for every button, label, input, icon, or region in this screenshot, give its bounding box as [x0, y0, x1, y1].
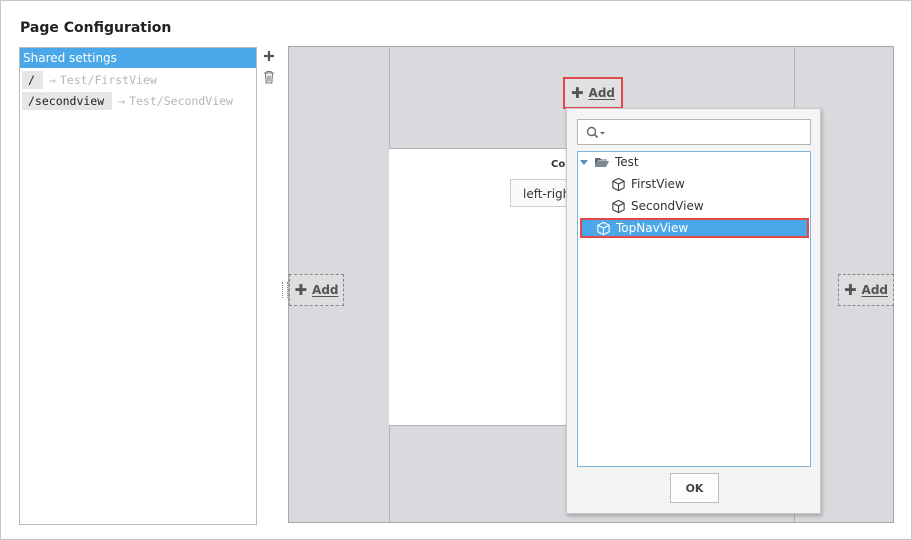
add-right-button[interactable]: ✚ Add [838, 274, 894, 306]
trash-icon [264, 70, 274, 84]
route-path: / [22, 71, 43, 89]
add-route-button[interactable] [263, 49, 275, 65]
tree-folder-test[interactable]: Test [579, 152, 639, 172]
routes-list: Shared settings / → Test/FirstView /second… [19, 47, 257, 525]
view-cube-icon [597, 221, 610, 235]
plus-icon: ✚ [294, 281, 308, 299]
route-row[interactable]: / → Test/FirstView [22, 71, 157, 89]
tree-item-firstview[interactable]: FirstView [611, 174, 685, 194]
ok-button[interactable]: OK [670, 473, 719, 503]
page-configuration-window: Page Configuration Shared settings / → Tes… [0, 0, 912, 540]
plus-icon [264, 51, 274, 61]
shared-settings-item[interactable]: Shared settings [20, 48, 256, 68]
add-left-button[interactable]: ✚ Add [289, 274, 344, 306]
delete-route-button[interactable] [263, 70, 275, 87]
tree-label: Test [615, 155, 639, 169]
route-view: Test/SecondView [129, 94, 233, 108]
view-tree: Test FirstView SecondView TopNavView [577, 151, 811, 467]
route-row[interactable]: /secondview → Test/SecondView [22, 92, 233, 110]
route-path: /secondview [22, 92, 113, 110]
add-top-button[interactable]: ✚ Add [563, 77, 623, 109]
tree-label: FirstView [631, 177, 685, 191]
view-picker-popup: Test FirstView SecondView TopNavView OK [566, 108, 821, 514]
folder-icon [595, 158, 609, 167]
expand-arrow-icon [580, 160, 588, 165]
center-label: Co [551, 159, 566, 170]
search-input[interactable] [577, 119, 811, 145]
tree-label: SecondView [631, 199, 704, 213]
plus-icon: ✚ [843, 281, 857, 299]
search-icon [586, 126, 605, 139]
plus-icon: ✚ [570, 84, 584, 102]
page-title: Page Configuration [20, 20, 172, 36]
view-cube-icon [612, 177, 625, 191]
tree-item-secondview[interactable]: SecondView [611, 196, 704, 216]
arrow-icon: → [118, 94, 126, 108]
route-view: Test/FirstView [59, 73, 157, 87]
tree-label: TopNavView [616, 221, 689, 235]
tree-item-topnavview[interactable]: TopNavView [580, 218, 809, 238]
view-cube-icon [612, 199, 625, 213]
arrow-icon: → [48, 73, 56, 87]
